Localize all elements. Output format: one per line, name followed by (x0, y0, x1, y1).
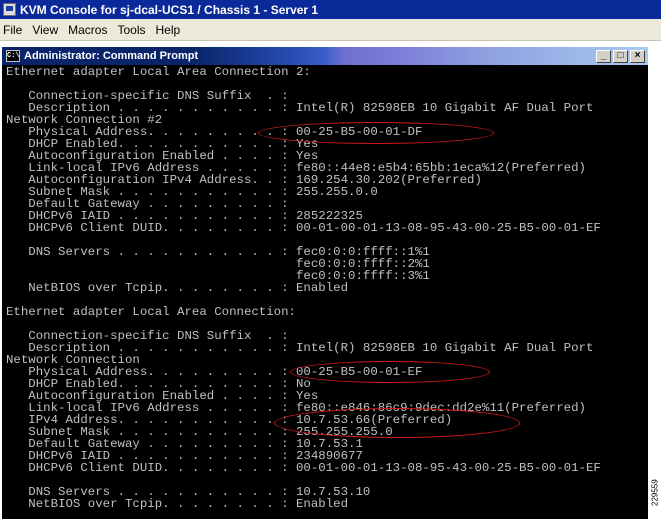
console-line: NetBIOS over Tcpip. . . . . . . . : Enab… (6, 497, 349, 511)
kvm-window-title: KVM Console for sj-dcal-UCS1 / Chassis 1… (20, 2, 319, 17)
cmd-window-title: Administrator: Command Prompt (24, 50, 199, 62)
menu-tools[interactable]: Tools (114, 23, 150, 37)
menubar: File View Macros Tools Help (0, 19, 661, 41)
console-line: NetBIOS over Tcpip. . . . . . . . : Enab… (6, 281, 349, 295)
kvm-app-icon (3, 3, 16, 16)
console-line: DHCPv6 Client DUID. . . . . . . . : 00-0… (6, 461, 601, 475)
cmd-app-icon: C:\ (6, 50, 20, 62)
console-output[interactable]: Ethernet adapter Local Area Connection 2… (2, 65, 648, 519)
console-line: Ethernet adapter Local Area Connection 2… (6, 65, 311, 79)
cmd-titlebar[interactable]: C:\ Administrator: Command Prompt _ □ × (2, 47, 648, 65)
figure-id: 229559 (650, 479, 660, 506)
minimize-button[interactable]: _ (596, 49, 611, 63)
menu-help[interactable]: Help (153, 23, 186, 37)
menu-macros[interactable]: Macros (65, 23, 112, 37)
kvm-titlebar[interactable]: KVM Console for sj-dcal-UCS1 / Chassis 1… (0, 0, 661, 19)
right-gutter (650, 42, 661, 519)
console-text: Ethernet adapter Local Area Connection 2… (6, 66, 601, 510)
console-line: Ethernet adapter Local Area Connection: (6, 305, 296, 319)
console-line: DHCPv6 Client DUID. . . . . . . . : 00-0… (6, 221, 601, 235)
maximize-button[interactable]: □ (613, 49, 628, 63)
close-button[interactable]: × (630, 49, 645, 63)
menu-view[interactable]: View (29, 23, 63, 37)
window-controls: _ □ × (596, 49, 645, 63)
menu-file[interactable]: File (0, 23, 27, 37)
